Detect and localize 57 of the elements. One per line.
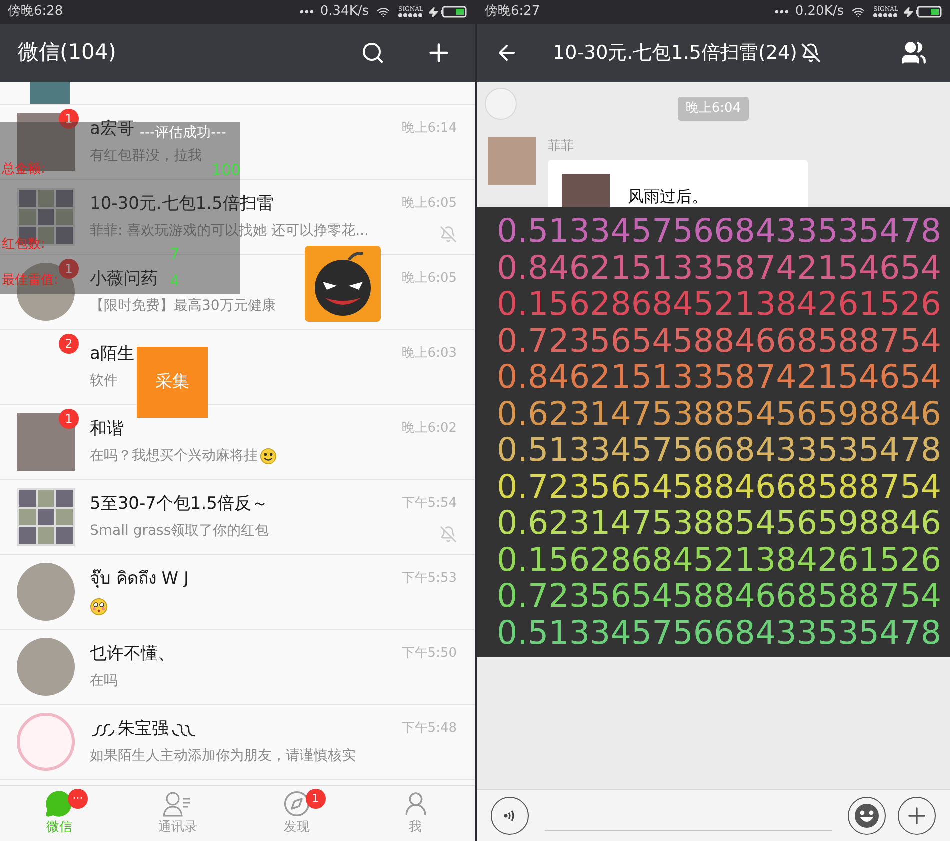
tab-badge: 1 <box>306 789 326 809</box>
chat-preview: 【限时免费】最高30万元健康 <box>90 297 276 316</box>
overlay-label: 总金额: <box>2 161 46 179</box>
chat-time: 晚上6:05 <box>402 270 457 288</box>
chat-name: 乜许不懂、 <box>90 643 175 666</box>
chat-preview: 如果陌生人主动添加你为朋友，请谨慎核实 <box>90 747 356 766</box>
chat-preview: Small grass领取了你的红包 <box>90 522 270 542</box>
number-line: 0.84621513358742154654 <box>497 359 943 396</box>
chat-name: a宏哥 <box>90 118 134 142</box>
overlay-label: 最佳雷值: <box>2 272 58 290</box>
network-speed: 0.20K/s <box>795 3 844 22</box>
chat-name: 10-30元.七包1.5倍扫雷 <box>90 193 274 216</box>
time-stamp: 晚上6:04 <box>678 97 750 120</box>
overlay-title: ---评估成功--- <box>140 124 226 143</box>
status-time: 傍晚6:28 <box>8 3 64 22</box>
number-line: 0.51334575668433535478 <box>497 213 943 250</box>
overlay-label: 红包数: <box>2 236 46 254</box>
chat-time: 晚上6:05 <box>402 195 457 213</box>
unread-badge: 2 <box>59 334 79 354</box>
chat-name: 朱宝强 <box>118 718 169 742</box>
number-line: 0.72356545884668588754 <box>497 322 943 359</box>
number-line: 0.15628684521384261526 <box>497 286 943 322</box>
header-title: 微信(104) <box>18 39 116 66</box>
chat-time: 下午5:53 <box>402 570 457 588</box>
number-line: 0.84621513358742154654 <box>497 250 943 286</box>
chat-title: 10-30元.七包1.5倍扫雷(24) <box>553 40 798 66</box>
network-speed: 0.34K/s <box>320 3 369 22</box>
sender-name: 菲菲 <box>548 138 575 156</box>
unread-badge: 1 <box>59 409 79 429</box>
chat-name: จุ๊บ คิดถึง W J <box>90 568 190 592</box>
overlay-value: 100 <box>212 161 241 179</box>
unread-badge: 1 <box>59 259 79 279</box>
number-line: 0.72356545884668588754 <box>497 468 943 505</box>
overlay-value: 4 <box>170 272 180 290</box>
number-line: 0.51334575668433535478 <box>497 432 943 468</box>
number-line: 0.62314753885456598846 <box>497 505 943 542</box>
message-text: 风雨过后。 <box>628 188 708 206</box>
chat-time: 晚上6:02 <box>402 420 457 438</box>
number-line: 0.72356545884668588754 <box>497 578 943 614</box>
chat-name: 小薇问药 <box>90 268 158 292</box>
chat-time: 晚上6:14 <box>402 120 457 138</box>
number-line: 0.15628684521384261526 <box>497 542 943 578</box>
status-time: 傍晚6:27 <box>485 3 540 22</box>
chat-name: a陌生 <box>90 343 134 366</box>
chat-preview: 在吗？我想买个兴动麻将挂 <box>90 447 258 466</box>
number-line: 0.62314753885456598846 <box>497 396 943 432</box>
chat-name: 和谐 <box>90 418 124 442</box>
number-line: 0.51334575668433535478 <box>497 614 943 651</box>
chat-time: 晚上6:03 <box>402 345 457 363</box>
chat-time: 下午5:54 <box>402 495 457 513</box>
unread-badge: 1 <box>59 109 79 129</box>
chat-preview: 软件 <box>90 372 118 392</box>
chat-preview: 在吗 <box>90 672 118 692</box>
chat-time: 下午5:50 <box>402 645 457 663</box>
chat-time: 下午5:48 <box>402 720 457 738</box>
tab-badge: ··· <box>68 789 88 809</box>
chat-name: 5至30-7个包1.5倍反～ <box>90 493 268 516</box>
